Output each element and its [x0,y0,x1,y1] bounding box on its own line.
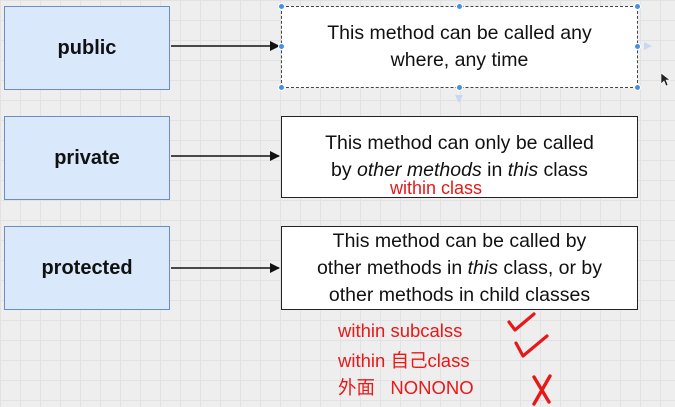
selection-handle-top-right[interactable] [634,3,641,10]
selection-handle-middle-right[interactable] [634,43,641,50]
hover-arrow-down-icon[interactable] [455,95,463,103]
selection-handle-top-left[interactable] [278,3,285,10]
selection-handle-bottom-left[interactable] [278,84,285,91]
check-mark-icon-2 [514,334,549,358]
cursor-icon [660,72,671,87]
selection-handle-bottom-right[interactable] [634,84,641,91]
protected-annotation-2: within 自己class [338,350,470,371]
hover-arrow-right-icon[interactable] [644,42,652,50]
selection-handle-bottom-middle[interactable] [456,84,463,91]
selection-handle-top-middle[interactable] [456,3,463,10]
cross-mark-icon [532,374,552,406]
connector-arrows [171,41,671,406]
diagram-canvas: public This method can be called any whe… [0,0,675,407]
protected-annotation-1: within subcalss [338,320,463,341]
private-annotation: within class [390,178,483,198]
protected-annotation-3: 外面 NONONO [338,377,474,398]
selection-handle-middle-left[interactable] [278,43,285,50]
check-mark-icon [507,312,536,332]
